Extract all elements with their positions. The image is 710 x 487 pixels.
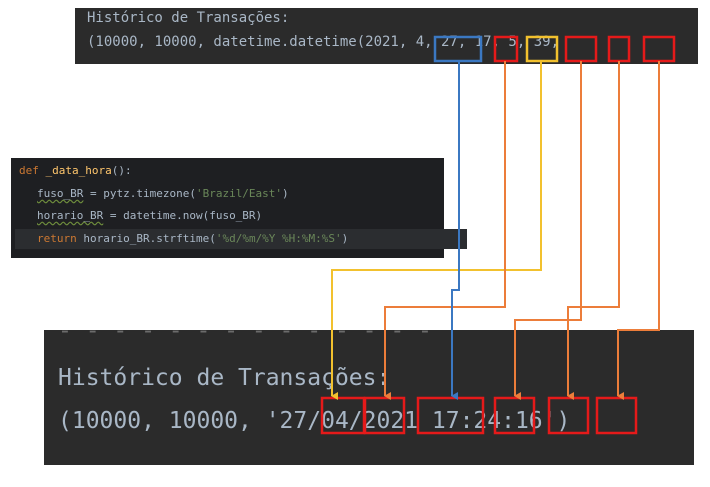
box-minute-target: [547, 396, 590, 435]
arrow-month: [384, 61, 506, 400]
annotation-overlay: [320, 35, 676, 435]
box-hour-source: [564, 35, 598, 63]
box-year-source: [433, 35, 483, 63]
arrow-hour: [514, 61, 582, 400]
box-second-source: [642, 35, 676, 63]
arrow-second: [617, 61, 660, 400]
box-month-target: [363, 396, 406, 435]
box-day-source: [525, 35, 559, 63]
box-hour-target: [493, 396, 536, 435]
box-year-target: [416, 396, 485, 435]
arrow-year: [451, 61, 460, 400]
arrow-day: [331, 61, 542, 400]
arrow-minute: [567, 61, 620, 400]
box-month-source: [493, 35, 519, 63]
box-minute-source: [607, 35, 631, 63]
box-second-target: [595, 396, 638, 435]
box-day-target: [320, 396, 366, 435]
